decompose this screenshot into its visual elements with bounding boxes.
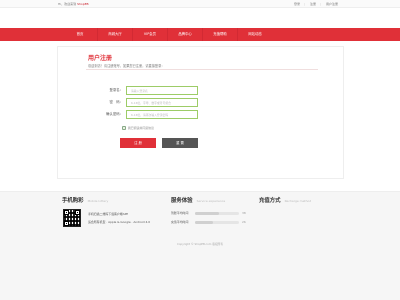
register-panel: 用户注册 欢迎到访！请注册账号，如果您已注册，请直接登录： 登录名： 密 码： … bbox=[57, 46, 344, 179]
page-title: 用户注册 bbox=[88, 55, 113, 62]
service-bar-fill bbox=[195, 211, 220, 215]
app-download-text[interactable]: 手机扫描二维码下载客户端APP bbox=[88, 212, 128, 216]
agreement-row: 我已阅读并同意协议 bbox=[122, 126, 154, 130]
qr-corner bbox=[64, 221, 69, 226]
top-links: 登录 | 注册 | 用户注册 bbox=[294, 2, 338, 6]
service-label: 充值平均时间 bbox=[171, 220, 189, 224]
username-row: 登录名： bbox=[58, 86, 345, 95]
top-bar: Hi，欢迎来到 ShopEB 登录 | 注册 | 用户注册 bbox=[0, 0, 400, 8]
password-row: 密 码： bbox=[58, 98, 345, 107]
confirm-password-row: 确认密码： bbox=[58, 110, 345, 119]
qr-code bbox=[63, 209, 81, 227]
app-compat-text: 适合所有机型 · Apple & Google · Android 4.0 bbox=[88, 220, 151, 224]
service-bar bbox=[195, 211, 239, 215]
username-input[interactable] bbox=[126, 86, 198, 95]
service-value: 26 bbox=[242, 220, 246, 224]
page-subtitle: 欢迎到访！请注册账号，如果您已注册，请直接登录： bbox=[88, 64, 165, 68]
service-item: 到账平均时间 38 bbox=[171, 210, 251, 216]
login-link[interactable]: 登录 bbox=[294, 2, 300, 6]
service-item: 充值平均时间 26 bbox=[171, 219, 251, 225]
nav-item-help[interactable]: 充值帮助 bbox=[203, 28, 237, 41]
service-bar bbox=[195, 220, 239, 224]
nav-item-home[interactable]: 首页 bbox=[63, 28, 97, 41]
confirm-password-input[interactable] bbox=[126, 110, 198, 119]
nav-item-news[interactable]: 网站动态 bbox=[238, 28, 272, 41]
service-label: 到账平均时间 bbox=[171, 211, 189, 215]
qr-corner bbox=[75, 210, 80, 215]
service-value: 38 bbox=[242, 211, 246, 215]
site-link[interactable]: ShopEB bbox=[77, 2, 89, 6]
agree-text[interactable]: 我已阅读并同意协议 bbox=[128, 126, 154, 130]
register-link[interactable]: 注册 bbox=[310, 2, 316, 6]
service-bar-fill bbox=[195, 220, 213, 224]
main-nav: 首页 商城大厅 VIP会员 品牌中心 充值帮助 网站动态 bbox=[0, 28, 400, 41]
username-label: 登录名： bbox=[109, 88, 123, 92]
confirm-password-label: 确认密码： bbox=[106, 112, 123, 116]
nav-list: 首页 商城大厅 VIP会员 品牌中心 充值帮助 网站动态 bbox=[63, 28, 272, 41]
user-register-link[interactable]: 用户注册 bbox=[326, 2, 338, 6]
reset-button[interactable]: 重 置 bbox=[162, 138, 198, 148]
nav-item-hall[interactable]: 商城大厅 bbox=[98, 28, 132, 41]
qr-corner bbox=[64, 210, 69, 215]
greeting-text: Hi，欢迎来到 ShopEB bbox=[58, 2, 89, 6]
agree-checkbox[interactable] bbox=[122, 126, 126, 130]
register-button[interactable]: 注 册 bbox=[120, 138, 156, 148]
copyright: Copyright © ShopEB.com 版权所有 bbox=[176, 242, 224, 246]
mobile-title: 手机购彩 Mobile lottery bbox=[62, 198, 109, 204]
nav-item-brand[interactable]: 品牌中心 bbox=[168, 28, 202, 41]
site-header bbox=[0, 8, 400, 28]
title-divider bbox=[86, 69, 318, 70]
nav-item-vip[interactable]: VIP会员 bbox=[133, 28, 167, 41]
password-input[interactable] bbox=[126, 98, 198, 107]
service-title: 服务体验 Service experience bbox=[171, 198, 226, 204]
payment-title: 充值方式 Recharge method bbox=[259, 198, 312, 204]
password-label: 密 码： bbox=[109, 100, 123, 104]
